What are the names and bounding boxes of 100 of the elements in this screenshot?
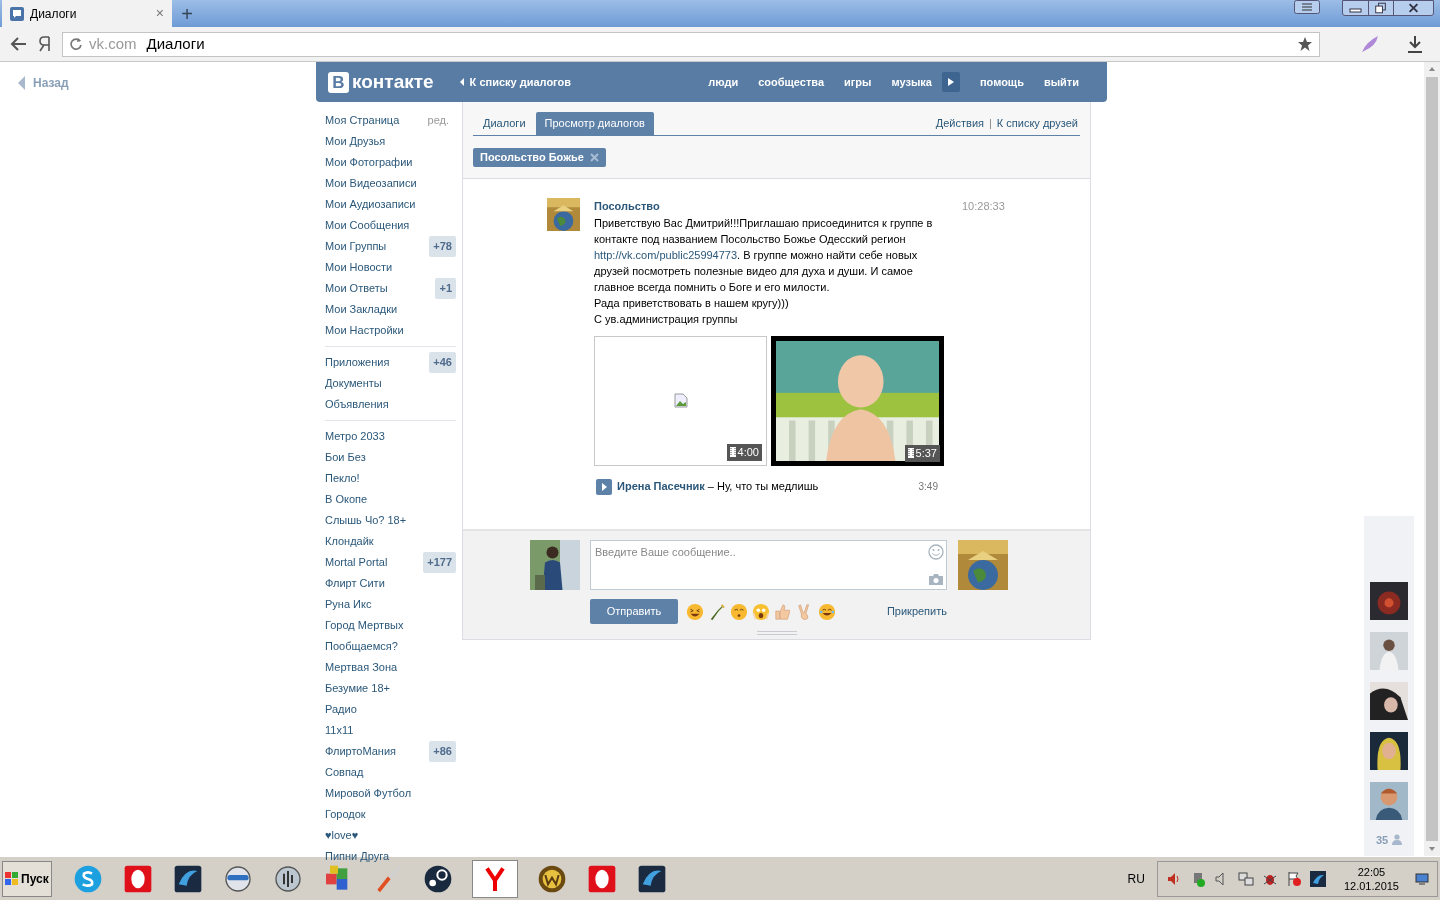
message-author[interactable]: Посольство bbox=[594, 198, 944, 215]
flag-icon[interactable] bbox=[1285, 870, 1302, 887]
friends-list-link[interactable]: К списку друзей bbox=[996, 115, 1078, 132]
sidebar-link[interactable]: Приложения bbox=[325, 354, 390, 371]
crying-laughing-face-icon[interactable] bbox=[818, 602, 836, 621]
sidebar-link[interactable]: ФлиртоМания bbox=[325, 743, 397, 760]
tab[interactable]: Диалоги bbox=[473, 112, 536, 135]
tab-title: Диалоги bbox=[30, 5, 78, 23]
network-icon[interactable] bbox=[1237, 870, 1254, 887]
counter-badge: +78 bbox=[429, 236, 456, 257]
send-button[interactable]: Отправить bbox=[590, 599, 678, 624]
screaming-face-icon[interactable] bbox=[752, 602, 770, 621]
message-text: Приветствую Вас Дмитрий!!!Приглашаю присоединится к группе в контакте под названием Посольство Божье Одесский регион http://vk.com/public25994773. В группе можно найти себе новых друзей посмотреть полезные видео для духа и души. И самое главное всегда помнить о Боге и его милости. bbox=[594, 215, 934, 295]
sidebar-link[interactable]: Пипни Друга bbox=[325, 848, 390, 865]
start-button[interactable]: Пуск bbox=[2, 860, 52, 897]
sidebar-link[interactable]: Клондайк bbox=[325, 533, 374, 550]
sidebar-link[interactable]: Объявления bbox=[325, 396, 389, 413]
play-icon[interactable] bbox=[596, 478, 612, 495]
counter-badge: +1 bbox=[435, 278, 456, 299]
back-arrow-icon[interactable] bbox=[10, 36, 28, 52]
laughing-face-icon[interactable] bbox=[686, 602, 704, 621]
sidebar-link[interactable]: Безумие 18+ bbox=[325, 680, 390, 697]
nav-link[interactable]: музыка bbox=[881, 73, 942, 91]
download-icon[interactable] bbox=[1406, 35, 1424, 53]
sidebar-link[interactable]: Руна Икс bbox=[325, 596, 372, 613]
browser-tab[interactable]: Диалоги × bbox=[2, 0, 172, 27]
close-tab-button[interactable]: × bbox=[155, 3, 164, 24]
resize-handle-icon[interactable] bbox=[757, 631, 797, 635]
clock-time: 22:05 bbox=[1357, 864, 1386, 879]
sidebar-link[interactable]: ♥love♥ bbox=[325, 827, 359, 844]
message-text: С ув.администрация группы bbox=[594, 311, 739, 327]
attach-link[interactable]: Прикрепить bbox=[886, 603, 947, 620]
audio-artist[interactable]: Ирена Пасечник bbox=[617, 478, 705, 495]
nav-link[interactable]: помощь bbox=[969, 73, 1034, 91]
sidebar-link[interactable]: Мои Аудиозаписи bbox=[325, 196, 416, 213]
sidebar-link[interactable]: Мои Ответы bbox=[325, 280, 388, 297]
link-separator: | bbox=[989, 116, 992, 132]
sidebar-link[interactable]: Пообщаемся? bbox=[325, 638, 398, 655]
sidebar-link[interactable]: Бои Без bbox=[325, 449, 366, 466]
caret-left-icon bbox=[18, 76, 25, 90]
sidebar-link[interactable]: Метро 2033 bbox=[325, 428, 385, 445]
person-icon bbox=[1392, 834, 1403, 846]
reload-icon[interactable] bbox=[69, 37, 83, 51]
audio-duration: 3:49 bbox=[918, 480, 938, 494]
audio-separator: – bbox=[707, 479, 714, 495]
letter-logo-icon[interactable] bbox=[38, 36, 52, 52]
sidebar-link[interactable]: Документы bbox=[325, 375, 382, 392]
chat-bubble-icon bbox=[10, 6, 24, 21]
sidebar-link[interactable]: Совпад bbox=[325, 764, 364, 781]
kissing-face-icon[interactable] bbox=[730, 602, 748, 621]
sidebar-link[interactable]: В Окопе bbox=[325, 491, 368, 508]
sidebar-link[interactable]: Мои Сообщения bbox=[325, 217, 410, 234]
sidebar-link[interactable]: Мировой Футбол bbox=[325, 785, 412, 802]
sidebar-link[interactable]: Флирт Сити bbox=[325, 575, 385, 592]
sidebar-link[interactable]: Слышь Чо? 18+ bbox=[325, 512, 407, 529]
sidebar-link[interactable]: Моя Страница bbox=[325, 112, 400, 129]
sidebar-link[interactable]: Мои Группы bbox=[325, 238, 387, 255]
recipient-chip[interactable]: Посольство Божье bbox=[473, 147, 606, 167]
sidebar-link[interactable]: Мои Друзья bbox=[325, 133, 386, 150]
sidebar-link[interactable]: Мои Фотографии bbox=[325, 154, 413, 171]
sidebar-link[interactable]: Мои Настройки bbox=[325, 322, 404, 339]
film-icon bbox=[729, 447, 736, 458]
sidebar-link[interactable]: Пекло! bbox=[325, 470, 360, 487]
new-tab-button[interactable]: + bbox=[174, 0, 200, 27]
sidebar-link[interactable]: Радио bbox=[325, 701, 357, 718]
play-icon[interactable] bbox=[941, 72, 960, 92]
sidebar-link[interactable]: 11x11 bbox=[325, 722, 354, 739]
desktop-icon[interactable] bbox=[1415, 872, 1429, 885]
sidebar-link[interactable]: Мертвая Зона bbox=[325, 659, 398, 676]
sidebar-link[interactable]: Мои Новости bbox=[325, 259, 393, 276]
back-to-list-link[interactable]: К списку диалогов bbox=[459, 73, 572, 91]
scrollbar[interactable] bbox=[1424, 62, 1440, 856]
sidebar-link[interactable]: Мои Видеозаписи bbox=[325, 175, 417, 192]
counter-badge: +177 bbox=[423, 552, 456, 573]
video-duration: 4:00 bbox=[726, 444, 762, 461]
video-thumbnail[interactable]: 5:37 bbox=[771, 335, 944, 466]
wing-icon[interactable] bbox=[1309, 870, 1326, 887]
sidebar-link[interactable]: Городок bbox=[325, 806, 366, 823]
actions-link[interactable]: Действия bbox=[935, 115, 984, 132]
nav-link[interactable]: люди bbox=[698, 73, 749, 91]
tab[interactable]: Просмотр диалогов bbox=[535, 112, 654, 135]
scroll-thumb[interactable] bbox=[1426, 77, 1438, 841]
sidebar-link[interactable]: Мои Закладки bbox=[325, 301, 398, 318]
film-icon bbox=[907, 448, 914, 459]
message-time: 10:28:33 bbox=[962, 199, 1005, 214]
site-logo[interactable]: В контакте bbox=[328, 67, 434, 97]
sidebar-link[interactable]: Mortal Portal bbox=[325, 554, 388, 571]
friends-count: 35 bbox=[1375, 832, 1389, 848]
nav-link[interactable]: выйти bbox=[1033, 73, 1089, 91]
nav-link[interactable]: сообщества bbox=[748, 73, 834, 91]
sidebar-link[interactable]: Город Мертвых bbox=[325, 617, 404, 634]
nav-link[interactable]: игры bbox=[834, 73, 882, 91]
feather-icon[interactable] bbox=[1360, 34, 1380, 54]
thumbs-up-icon[interactable] bbox=[774, 602, 792, 621]
address-field[interactable]: vk.com Диалоги bbox=[62, 31, 1320, 57]
logo-letter: В bbox=[328, 71, 349, 93]
language-indicator[interactable]: RU bbox=[1127, 869, 1145, 888]
video-thumbnail[interactable]: 4:00 bbox=[594, 335, 767, 466]
menu-icon[interactable] bbox=[1294, 0, 1320, 14]
star-icon[interactable] bbox=[1297, 36, 1313, 52]
